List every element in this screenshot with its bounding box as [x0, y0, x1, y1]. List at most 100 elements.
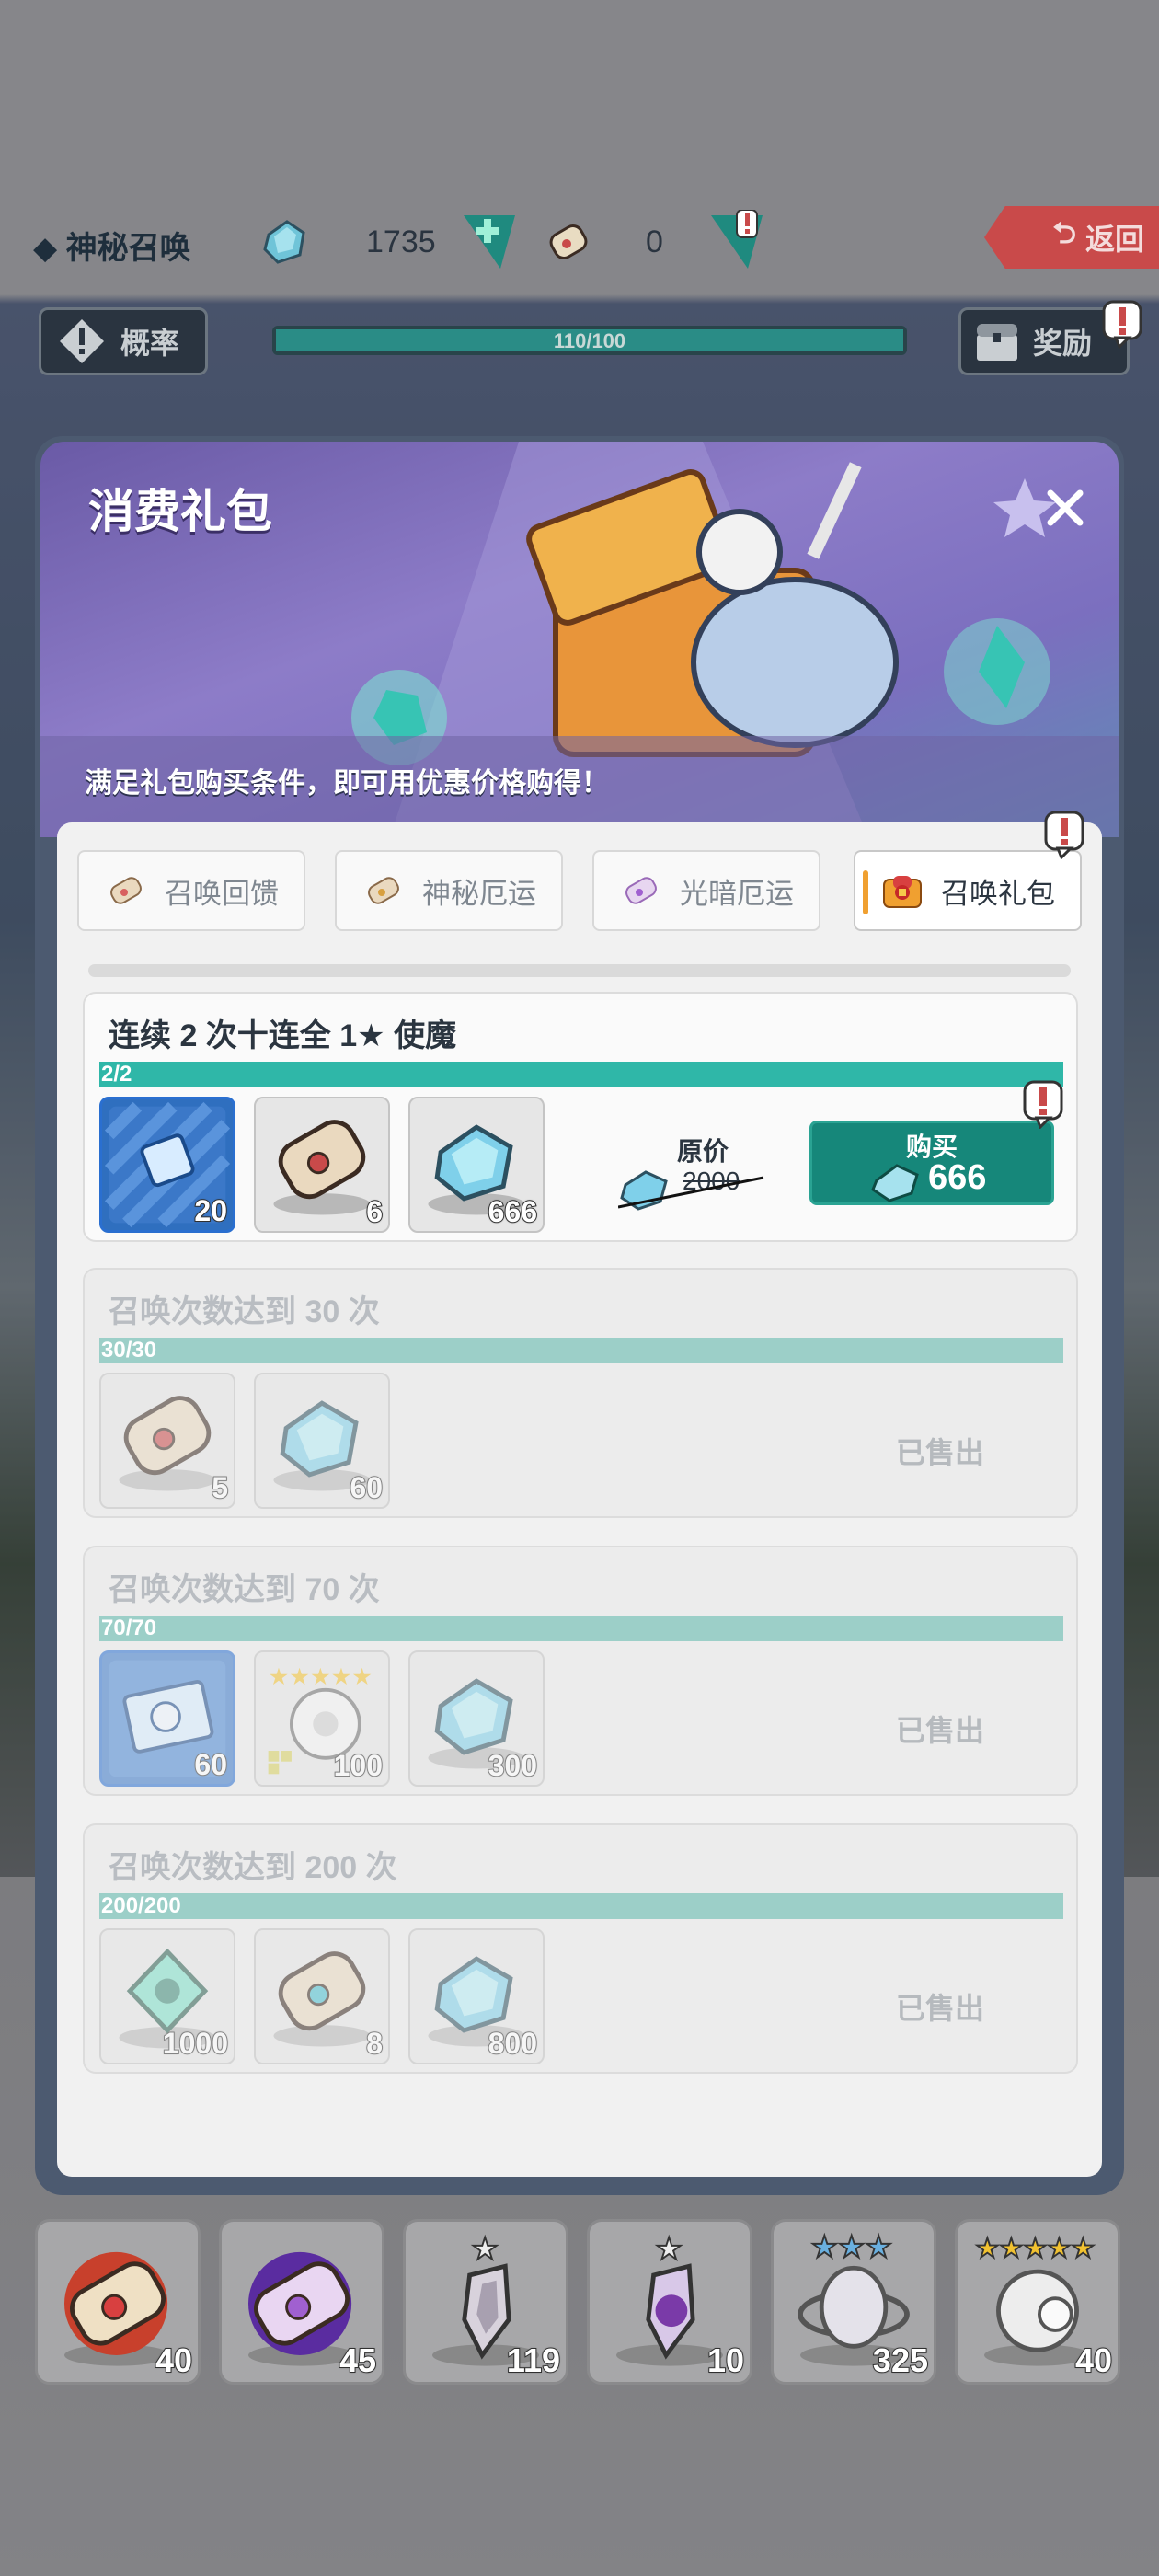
item-qty: 325 [872, 2340, 929, 2380]
tab-light-dark-misfortune[interactable]: 光暗厄运 [592, 850, 820, 931]
dialog-banner: 消费礼包 满足礼包购买条件，即可用优惠价格购得！ [40, 442, 1119, 837]
item-scroll[interactable]: 6 [254, 1097, 390, 1233]
scroll-icon [110, 877, 142, 904]
inventory-card[interactable]: ★★★ 325 [771, 2219, 936, 2385]
sold-out-label: 已售出 [895, 1992, 984, 2025]
alert-icon [1023, 1080, 1063, 1129]
pack-tabs: 召唤回馈 神秘厄运 光暗厄运 召唤礼包 [77, 811, 1084, 933]
item-qty: 60 [193, 1747, 228, 1782]
pack-title: 召唤次数达到 70 次 [109, 1572, 380, 1607]
buy-price: 666 [928, 1158, 987, 1197]
scroll-icon [549, 224, 588, 259]
pack-progress-text: 30/30 [101, 1338, 157, 1363]
close-icon[interactable] [1043, 486, 1087, 530]
sold-out-label: 已售出 [895, 1436, 984, 1469]
inventory-card[interactable]: 45 [219, 2219, 384, 2385]
svg-text:★★★: ★★★ [811, 2229, 892, 2265]
consumption-pack-dialog: 消费礼包 满足礼包购买条件，即可用优惠价格购得！ 召唤回馈 神秘厄运 光暗厄运 … [35, 436, 1124, 2195]
reward-button[interactable]: 奖励 [958, 300, 1142, 375]
item-green-crystal: 1000 [99, 1928, 235, 2064]
dialog-body: 召唤回馈 神秘厄运 光暗厄运 召唤礼包 连续 2 次十连全 1★ 使魔 2/2 [57, 811, 1102, 2177]
tab-label: 召唤礼包 [941, 877, 1055, 910]
back-arrow-icon: ⮌ [1052, 216, 1076, 249]
gem-icon [871, 1164, 919, 1202]
pack-card-4: 召唤次数达到 200 次 200/200 1000 8 800 已售出 [83, 1823, 1078, 2074]
inventory-card[interactable]: ★ 10 [587, 2219, 752, 2385]
svg-text:★★★★★: ★★★★★ [269, 1663, 373, 1690]
item-gem: 60 [254, 1373, 390, 1509]
back-label: 返回 [1084, 223, 1144, 256]
item-qty: 800 [488, 2026, 538, 2061]
mode-title: ◆ 神秘召唤 [33, 231, 191, 266]
alert-icon [1102, 300, 1142, 349]
pack-card-2: 召唤次数达到 30 次 30/30 5 60 已售出 [83, 1268, 1078, 1518]
item-qty: 8 [365, 2026, 384, 2061]
item-blue-ticket[interactable]: 20 [99, 1097, 235, 1233]
pack-title: 连续 2 次十连全 1★ 使魔 [109, 1018, 457, 1053]
purple-scroll-icon [625, 877, 657, 904]
info-row: 概率 110/100 奖励 [0, 300, 1159, 379]
item-qty: 40 [155, 2340, 193, 2380]
top-bar: ◆ 神秘召唤 1735 0 ⮌ 返回 [0, 202, 1159, 285]
scroll-count: 0 [646, 224, 663, 259]
pack-title: 召唤次数达到 200 次 [109, 1850, 397, 1885]
scroll-counter: 0 [543, 210, 763, 274]
reward-label: 奖励 [1033, 327, 1093, 360]
tab-mystery-misfortune[interactable]: 神秘厄运 [335, 850, 563, 931]
item-blue-ticket: 60 [99, 1650, 235, 1787]
inventory-card[interactable]: ★ 119 [403, 2219, 568, 2385]
item-qty: 119 [506, 2340, 561, 2380]
item-qty: 45 [339, 2340, 377, 2380]
svg-text:★★★★★: ★★★★★ [975, 2233, 1095, 2264]
strikethrough-line [618, 1176, 764, 1209]
item-gem[interactable]: 666 [408, 1097, 545, 1233]
pack-progress-bar: 2/2 [99, 1062, 1063, 1087]
pack-items: 20 6 666 [99, 1097, 545, 1233]
inventory-card[interactable]: ★★★★★ 40 [955, 2219, 1120, 2385]
add-gems-button[interactable] [463, 210, 515, 274]
item-qty: 6 [365, 1194, 384, 1229]
item-qty: 666 [488, 1194, 538, 1229]
item-qty: 10 [706, 2340, 745, 2380]
rate-button[interactable]: 概率 [39, 307, 208, 375]
pack-card-3: 召唤次数达到 70 次 70/70 60 ★★★★★ 100 300 已售出 [83, 1546, 1078, 1796]
summon-progress-text: 110/100 [553, 329, 626, 352]
pack-progress-text: 70/70 [101, 1616, 157, 1640]
pack-title: 召唤次数达到 30 次 [109, 1294, 380, 1329]
inventory-card[interactable]: 40 [35, 2219, 201, 2385]
chest-icon [977, 324, 1017, 361]
buy-button[interactable]: 购买 666 [809, 1080, 1063, 1205]
pack-card-1: 连续 2 次十连全 1★ 使魔 2/2 20 6 666 原价 2000 购买 … [83, 992, 1078, 1242]
back-button[interactable]: ⮌ 返回 [984, 206, 1159, 269]
tab-summon-feedback[interactable]: 召唤回馈 [77, 850, 305, 931]
alert-icon [1044, 811, 1084, 859]
gift-box-icon [883, 876, 922, 908]
scroll-info-button[interactable] [710, 210, 763, 274]
sold-out-label: 已售出 [895, 1714, 984, 1747]
active-tab-marker [863, 870, 868, 914]
pack-progress-bar: 30/30 [99, 1338, 1063, 1363]
tab-label: 光暗厄运 [680, 877, 794, 910]
item-qty: 1000 [162, 2026, 229, 2061]
pack-progress-bar: 200/200 [99, 1893, 1063, 1919]
item-qty: 60 [349, 1470, 384, 1505]
summon-progress-bar: 110/100 [272, 326, 907, 355]
item-five-star-egg: ★★★★★ 100 [254, 1650, 390, 1787]
pack-items: 1000 8 800 [99, 1928, 545, 2064]
tab-label: 召唤回馈 [165, 877, 279, 910]
item-qty: 5 [211, 1470, 229, 1505]
tab-summon-gift-pack[interactable]: 召唤礼包 [854, 811, 1084, 931]
dialog-title: 消费礼包 [88, 486, 272, 537]
pack-items: 60 ★★★★★ 100 300 [99, 1650, 545, 1787]
item-gem: 800 [408, 1928, 545, 2064]
warning-diamond-icon [60, 319, 104, 363]
gem-counter: 1735 [259, 210, 515, 274]
svg-text:★: ★ [656, 2231, 683, 2267]
inventory-bar: 40 45 ★ 119 ★ 10 ★★★ 325 ★★★★★ 40 [35, 2219, 1120, 2385]
svg-text:★: ★ [472, 2231, 499, 2267]
tabs-scrollbar[interactable] [88, 964, 1071, 977]
pack-progress-text: 2/2 [101, 1062, 132, 1087]
rate-label: 概率 [120, 327, 180, 360]
pack-progress-text: 200/200 [101, 1893, 181, 1918]
gem-count: 1735 [366, 224, 436, 259]
